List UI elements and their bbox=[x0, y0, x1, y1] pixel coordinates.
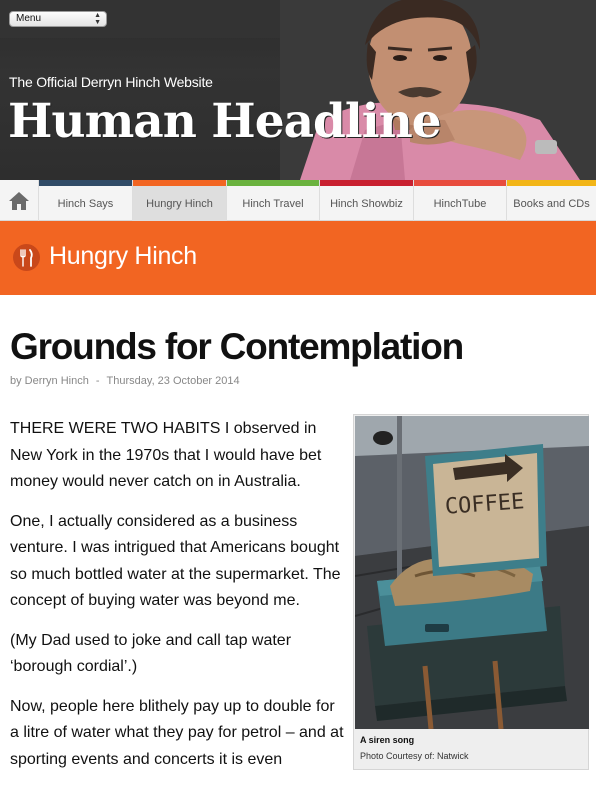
article-paragraph: One, I actually considered as a business… bbox=[10, 512, 341, 610]
article-body: THERE WERE TWO HABITS I observed in New … bbox=[10, 416, 345, 786]
nav-color-bar bbox=[507, 180, 596, 186]
article-byline: by Derryn Hinch - Thursday, 23 October 201… bbox=[10, 375, 240, 387]
article-author[interactable]: by Derryn Hinch bbox=[10, 375, 89, 387]
nav-color-bar bbox=[414, 180, 506, 186]
nav-item-hungry-hinch[interactable]: Hungry Hinch bbox=[132, 180, 226, 221]
article-paragraph: (My Dad used to joke and call tap water … bbox=[10, 631, 292, 676]
site-subtitle: The Official Derryn Hinch Website bbox=[9, 74, 213, 90]
nav-color-bar bbox=[39, 180, 132, 186]
nav-item-books-and-cds[interactable]: Books and CDs bbox=[506, 180, 596, 221]
dropdown-arrows-icon: ▲ ▼ bbox=[94, 12, 101, 26]
nav-item-label: Hinch Says bbox=[57, 198, 114, 210]
article-date: Thursday, 23 October 2014 bbox=[106, 375, 240, 387]
nav-item-label: Hungry Hinch bbox=[146, 198, 213, 210]
nav-item-label: Hinch Showbiz bbox=[330, 198, 403, 210]
nav-home[interactable] bbox=[0, 180, 38, 221]
site-header: Menu ▲ ▼ The Official Derryn Hinch Websit… bbox=[0, 0, 596, 180]
article-paragraph: Now, people here blithely pay up to doub… bbox=[10, 697, 344, 768]
nav-item-label: Hinch Travel bbox=[242, 198, 304, 210]
home-icon bbox=[9, 192, 29, 210]
menu-dropdown-label: Menu bbox=[16, 13, 42, 24]
nav-item-hinch-says[interactable]: Hinch Says bbox=[38, 180, 132, 221]
category-title[interactable]: Hungry Hinch bbox=[49, 242, 197, 271]
nav-item-label: HinchTube bbox=[433, 198, 487, 210]
nav-item-hinchtube[interactable]: HinchTube bbox=[413, 180, 506, 221]
coffee-suitcase-photo[interactable]: COFFEE bbox=[355, 416, 589, 729]
nav-color-bar bbox=[227, 180, 319, 186]
site-title[interactable]: Human Headline bbox=[8, 94, 442, 149]
main-nav: Hinch Says Hungry Hinch Hinch Travel Hin… bbox=[0, 180, 596, 221]
article-title: Grounds for Contemplation bbox=[10, 326, 464, 367]
nav-item-label: Books and CDs bbox=[513, 198, 590, 210]
menu-dropdown[interactable]: Menu ▲ ▼ bbox=[9, 11, 107, 27]
article-paragraph: THERE WERE TWO HABITS I observed in New … bbox=[10, 420, 322, 490]
nav-color-bar bbox=[133, 180, 226, 186]
article-figure: COFFEE A siren song Photo Courtesy of: N… bbox=[353, 414, 589, 770]
byline-separator: - bbox=[95, 375, 100, 387]
nav-item-hinch-showbiz[interactable]: Hinch Showbiz bbox=[319, 180, 413, 221]
figure-caption-credit: Photo Courtesy of: Natwick bbox=[360, 751, 469, 761]
nav-color-bar bbox=[320, 180, 413, 186]
nav-item-hinch-travel[interactable]: Hinch Travel bbox=[226, 180, 319, 221]
header-portrait-image bbox=[280, 0, 596, 180]
cutlery-icon bbox=[13, 244, 40, 271]
figure-caption-title: A siren song bbox=[360, 735, 415, 745]
